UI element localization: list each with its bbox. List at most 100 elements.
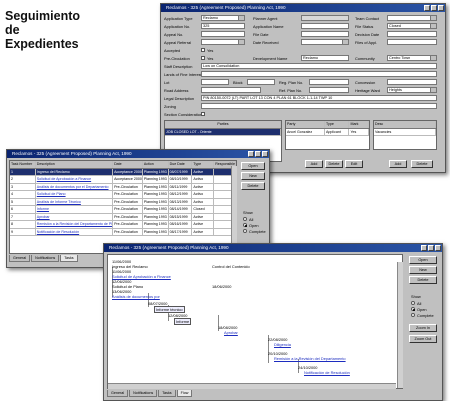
flow-node[interactable]: Aprobar xyxy=(224,330,238,335)
radio-open[interactable] xyxy=(243,223,247,227)
tab-notifications[interactable]: Notifications xyxy=(129,390,158,397)
team-contact-field[interactable] xyxy=(387,15,437,21)
developer-field[interactable]: Reclamo xyxy=(301,55,349,61)
flow-node[interactable]: Remisión a la Revisión del Departamento xyxy=(274,356,346,361)
file-status-field[interactable]: Closed xyxy=(387,23,437,29)
table-row[interactable]: 5 Análisis de Informe Técnico Pre-Circulat… xyxy=(10,198,236,206)
window-titlebar[interactable]: Reclamos - 325 (Agreement Proposed) Plan… xyxy=(161,4,445,12)
flow-node[interactable]: Análisis de documentos por xyxy=(112,294,160,299)
application-type-field[interactable]: Reclamo xyxy=(201,15,245,21)
radio-complete[interactable] xyxy=(243,229,247,233)
table-row[interactable]: 8 Remisión a la Revisión del Departamento… xyxy=(10,221,236,229)
table-row[interactable]: 7 Aprobar Pre-Circulation Planning 1993 08/1… xyxy=(10,213,236,221)
table-row[interactable]: 6 Informe Pre-Circulation Planning 1993 08/1… xyxy=(10,206,236,214)
heritage-ward-field[interactable]: Heights xyxy=(387,87,437,93)
column-header-date: Date xyxy=(113,161,143,168)
minimize-icon[interactable] xyxy=(421,245,427,251)
column-header-task-number: Task Number xyxy=(10,161,36,168)
close-icon[interactable] xyxy=(262,151,268,157)
label-team-contact: Team Contact xyxy=(355,16,380,21)
planner-field[interactable] xyxy=(301,15,349,21)
list-item[interactable]: JOB CLOSED LOT - Oriente xyxy=(165,128,281,136)
maximize-icon[interactable] xyxy=(428,245,434,251)
lands-field[interactable] xyxy=(201,71,437,77)
maximize-icon[interactable] xyxy=(255,151,261,157)
vertical-scrollbar[interactable] xyxy=(231,166,237,254)
delete-button[interactable]: Delete xyxy=(325,160,343,168)
window-titlebar[interactable]: Reclamos - 325 (Agreement Proposed) Plan… xyxy=(104,244,442,252)
radio-open-label: Open xyxy=(249,223,259,228)
table-row[interactable]: Ancel Gonzalez Applicant Yes xyxy=(286,128,369,136)
block-field[interactable] xyxy=(247,79,275,85)
label-zoning: Zoning xyxy=(164,104,176,109)
concession-field[interactable] xyxy=(387,79,437,85)
files-of-appl-field[interactable] xyxy=(387,39,437,45)
radio-complete[interactable] xyxy=(411,313,415,317)
flow-node[interactable]: Informe xyxy=(174,318,192,325)
delete-description-button[interactable]: Delete xyxy=(411,160,433,168)
zoom-out-button[interactable]: Zoom Out xyxy=(409,335,437,343)
flow-node[interactable]: Notificación de Resolución xyxy=(304,370,350,375)
tab-general[interactable]: General xyxy=(107,390,129,397)
tab-tasks[interactable]: Tasks xyxy=(158,390,176,397)
table-cell: Pre-Circulation xyxy=(113,206,143,213)
minimize-icon[interactable] xyxy=(248,151,254,157)
decision-date-field[interactable] xyxy=(387,31,437,37)
accepted-checkbox[interactable] xyxy=(201,48,205,52)
add-description-button[interactable]: Add xyxy=(389,160,407,168)
label-application-type: Application Type xyxy=(164,16,193,21)
date-received-field[interactable] xyxy=(301,39,349,45)
section-consideration-checkbox[interactable] xyxy=(201,112,205,116)
flow-node-extra: Control del Contenido xyxy=(212,264,250,269)
road-address-field[interactable] xyxy=(201,87,261,93)
table-row[interactable]: 3 Análisis de documentos por el Departame… xyxy=(10,183,236,191)
file-date-field[interactable] xyxy=(301,31,349,37)
table-row[interactable]: 9 Notificación de Resolución Pre-Circulati… xyxy=(10,228,236,236)
lot-field[interactable] xyxy=(201,79,229,85)
delete-button[interactable]: Delete xyxy=(409,276,437,284)
maximize-icon[interactable] xyxy=(431,5,437,11)
close-icon[interactable] xyxy=(435,245,441,251)
minimize-icon[interactable] xyxy=(424,5,430,11)
application-no-field[interactable]: 325 xyxy=(201,23,245,29)
horizontal-scrollbar[interactable] xyxy=(108,383,396,389)
radio-open[interactable] xyxy=(411,307,415,311)
staff-description-field[interactable]: Low on Consolidation xyxy=(201,63,437,69)
open-button[interactable]: Open xyxy=(241,162,265,170)
flow-node[interactable]: Diligencia xyxy=(274,342,291,347)
reg-plan-field[interactable] xyxy=(309,79,349,85)
tab-flow[interactable]: Flow xyxy=(176,390,193,397)
new-button[interactable]: New xyxy=(241,172,265,180)
zoning-field[interactable] xyxy=(201,103,437,109)
flow-diagram-canvas[interactable]: 11/06/2000 Ingreso del Reclamo Control del… xyxy=(107,254,403,389)
table-cell: 08/17/1999 xyxy=(169,228,193,235)
new-button[interactable]: New xyxy=(409,266,437,274)
edit-button[interactable]: Edit xyxy=(345,160,363,168)
community-field[interactable]: Centro Town xyxy=(387,55,437,61)
legal-description-field[interactable]: PIN 80150-0072 (LT) PART LOT 13 CON 4 PL… xyxy=(201,95,437,101)
vertical-scrollbar[interactable] xyxy=(397,262,403,388)
flow-node[interactable]: Informe técnico xyxy=(154,306,185,313)
close-icon[interactable] xyxy=(438,5,444,11)
delete-button[interactable]: Delete xyxy=(241,182,265,190)
window-titlebar[interactable]: Reclamos - 325 (Agreement Proposed) Plan… xyxy=(7,150,269,158)
open-button[interactable]: Open xyxy=(409,256,437,264)
window-title: Reclamos - 325 (Agreement Proposed) Plan… xyxy=(166,5,286,10)
tab-tasks[interactable]: Tasks xyxy=(60,255,78,262)
pre-circulation-checkbox[interactable] xyxy=(201,56,205,60)
table-row[interactable]: Vacancies xyxy=(374,128,436,136)
table-row[interactable]: 1 Ingreso del Reclamo Acceptance 2000 Plann… xyxy=(10,168,236,176)
table-row[interactable]: 2 Solicitud de Aprobación a Finance Accept… xyxy=(10,176,236,184)
tab-notifications[interactable]: Notifications xyxy=(31,255,60,262)
application-name-field[interactable] xyxy=(301,23,349,29)
tab-general[interactable]: General xyxy=(9,255,31,262)
table-row[interactable]: 4 Solicitud de Plano Pre-Circulation Planni… xyxy=(10,191,236,199)
appeal-no-field[interactable] xyxy=(201,31,245,37)
appeal-referral-field[interactable] xyxy=(201,39,245,45)
radio-all[interactable] xyxy=(243,217,247,221)
label-decision-date: Decision Date xyxy=(355,32,380,37)
radio-all[interactable] xyxy=(411,301,415,305)
add-button[interactable]: Add xyxy=(305,160,323,168)
zoom-in-button[interactable]: Zoom In xyxy=(409,324,437,332)
ref-plan-field[interactable] xyxy=(309,87,349,93)
